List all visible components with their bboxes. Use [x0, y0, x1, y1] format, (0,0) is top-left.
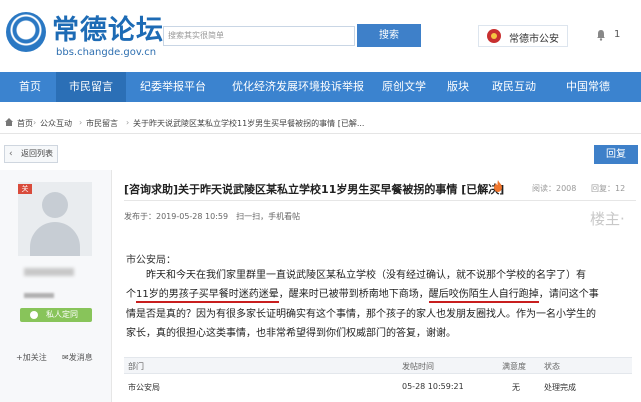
author-badge: 关 — [18, 184, 32, 194]
notification-count: 1 — [614, 29, 621, 40]
table-cell: 05-28 10:59:21 — [402, 382, 464, 391]
body-text: ，请问这个事 — [538, 289, 599, 300]
nav-item-citizen-messages[interactable]: 市民留言 — [56, 72, 126, 102]
nav-item-china-changde[interactable]: 中国常德 — [556, 72, 620, 102]
reply-button[interactable]: 回复 — [594, 145, 638, 164]
breadcrumb-citizen-messages[interactable]: 市民留言 — [86, 118, 118, 129]
hot-fire-icon — [494, 180, 502, 192]
nav-item-literature[interactable]: 原创文学 — [376, 72, 432, 102]
breadcrumb-current: 关于昨天说武陵区某私立学校11岁男生买早餐被拐的事情 [已解... — [133, 119, 365, 128]
nav-item-boards[interactable]: 版块 — [438, 72, 478, 102]
avatar-body — [30, 222, 80, 256]
search-input[interactable]: 搜索其实很简单 — [163, 26, 355, 46]
table-cell: 无 — [512, 383, 520, 392]
back-to-list-label: 返回列表 — [21, 149, 53, 158]
site-url: bbs.changde.gov.cn — [56, 47, 157, 58]
column-header: 满意度 — [502, 362, 526, 371]
breadcrumb-separator: › — [33, 118, 37, 127]
search-button[interactable]: 搜索 — [357, 24, 421, 47]
post-title: [咨询求助]关于昨天说武陵区某私立学校11岁男生买早餐被拐的事情 [已解决] — [124, 183, 505, 196]
title-divider — [124, 200, 636, 201]
post-body-line-4: 家长，真的很担心这类事情，也非常希望得到你们权威部门的答复，谢谢。 — [126, 328, 456, 339]
plus-icon: + — [16, 353, 23, 362]
column-header: 状态 — [544, 362, 560, 371]
site-header: 常德论坛 bbs.changde.gov.cn 搜索其实很简单 搜索 常德市公安… — [0, 0, 641, 72]
post-meta: 发布于：2019-05-28 10:59 扫一扫，手机看帖 — [124, 212, 301, 221]
send-message-label: 发消息 — [68, 353, 93, 362]
column-header: 发帖时间 — [402, 362, 434, 371]
breadcrumb-public-interaction[interactable]: 公众互动 — [40, 118, 72, 129]
nav-item-home[interactable]: 首页 — [4, 72, 56, 102]
breadcrumb: 首页 › 公众互动 › 市民留言 › 关于昨天说武陵区某私立学校11岁男生买早餐… — [0, 112, 641, 134]
nav-item-interaction[interactable]: 政民互动 — [486, 72, 542, 102]
table-cell: 市公安局 — [128, 383, 160, 392]
view-count: 阅读：2008 — [532, 184, 577, 193]
body-text: ，醒来时已被带到桥南地下商场， — [278, 289, 429, 300]
highlighted-text: 醒后咬伤陌生人自行跑掉 — [428, 289, 539, 303]
reply-status-table: 部门 发帖时间 满意度 状态 市公安局 05-28 10:59:21 无 处理完… — [124, 357, 632, 402]
floor-label: 楼主· — [590, 210, 625, 228]
breadcrumb-separator: › — [79, 118, 83, 127]
table-header-row: 部门 发帖时间 满意度 状态 — [124, 357, 632, 374]
police-account-link[interactable]: 常德市公安 — [478, 25, 568, 47]
home-icon[interactable] — [4, 117, 14, 127]
rank-icon — [30, 311, 38, 319]
body-text: 个 — [126, 289, 136, 300]
send-message-link[interactable]: ✉发消息 — [62, 352, 93, 363]
breadcrumb-separator: › — [126, 118, 130, 127]
post-body-line-3: 情是否是真的？因为有很多家长证明确实有这个事情，那个孩子的家人也发朋友圈找人。作… — [126, 309, 596, 320]
post-body-line-2: 个11岁的男孩子买早餐时迷药迷晕，醒来时已被带到桥南地下商场，醒后咬伤陌生人自行… — [126, 288, 599, 303]
reply-count: 回复：12 — [591, 184, 626, 193]
breadcrumb-home[interactable]: 首页 — [17, 118, 33, 129]
user-level-blurred — [24, 293, 54, 298]
back-arrow-icon: ‹ — [9, 149, 13, 159]
add-follow-link[interactable]: +加关注 — [16, 352, 47, 363]
mail-icon: ✉ — [62, 353, 69, 362]
post-body-line-1: 昨天和今天在我们家里群里一直说武陵区某私立学校（没有经过确认，就不说那个学校的名… — [126, 270, 586, 281]
highlighted-text: 11岁的男孩子买早餐时迷药迷晕 — [136, 289, 279, 303]
user-rank-label: 私人定同 — [46, 310, 78, 319]
post-salutation: 市公安局： — [126, 255, 176, 266]
back-to-list-button[interactable]: ‹ 返回列表 — [4, 145, 58, 163]
nav-item-complaints[interactable]: 优化经济发展环境投诉举报 — [222, 72, 374, 102]
notification-button[interactable]: 1 — [592, 25, 632, 47]
add-follow-label: 加关注 — [22, 353, 47, 362]
post-content: [咨询求助]关于昨天说武陵区某私立学校11岁男生买早餐被拐的事情 [已解决] 阅… — [112, 170, 641, 402]
author-panel: 关 私人定同 +加关注 ✉发消息 — [0, 170, 112, 402]
table-cell: 处理完成 — [544, 383, 576, 392]
username-blurred[interactable] — [24, 268, 74, 276]
user-rank-badge: 私人定同 — [20, 308, 92, 322]
logo-icon[interactable] — [6, 12, 46, 52]
avatar-head — [42, 192, 68, 218]
police-badge-icon — [487, 29, 501, 43]
column-header: 部门 — [128, 362, 144, 371]
police-account-label: 常德市公安 — [509, 34, 559, 45]
main-nav: 首页 市民留言 纪委举报平台 优化经济发展环境投诉举报 原创文学 版块 政民互动… — [0, 72, 641, 102]
nav-item-report-platform[interactable]: 纪委举报平台 — [130, 72, 216, 102]
site-logo[interactable]: 常德论坛 — [52, 8, 164, 47]
bell-icon — [597, 30, 605, 41]
